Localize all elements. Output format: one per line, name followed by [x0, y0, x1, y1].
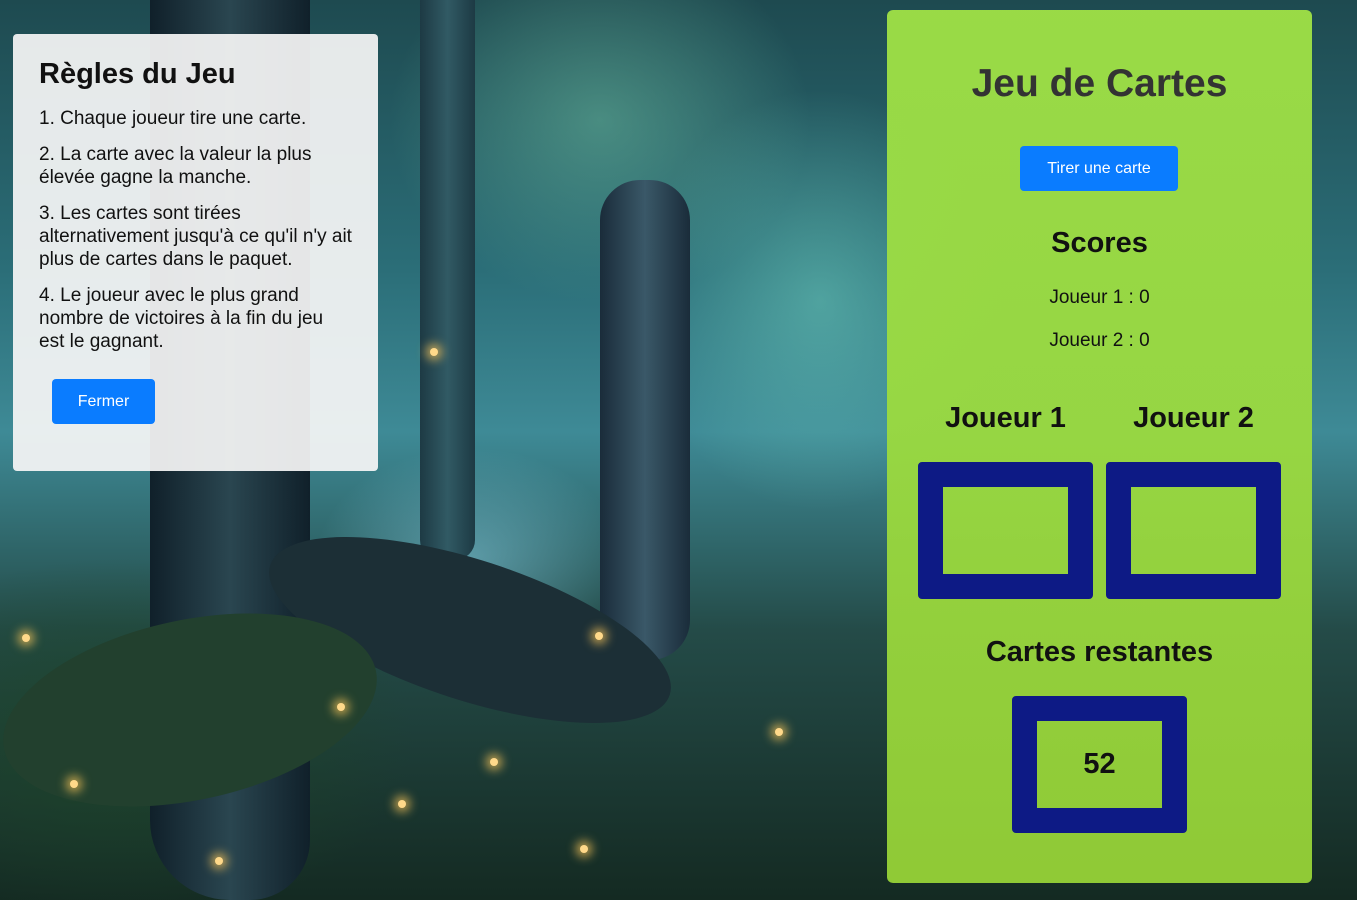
rules-panel: Règles du Jeu 1. Chaque joueur tire une …: [13, 34, 378, 471]
firefly: [430, 348, 438, 356]
firefly: [580, 845, 588, 853]
player2-label: Joueur 2: [1133, 402, 1254, 434]
firefly: [490, 758, 498, 766]
tree-trunk: [420, 0, 475, 560]
rule-item: 4. Le joueur avec le plus grand nombre d…: [39, 285, 324, 352]
remaining-cards-count: 52: [1012, 696, 1187, 833]
tree-trunk: [600, 180, 690, 660]
player2-card-slot: [1106, 462, 1281, 599]
firefly: [70, 780, 78, 788]
firefly: [337, 703, 345, 711]
player2-score: Joueur 2 : 0: [1049, 330, 1150, 351]
rule-item: 1. Chaque joueur tire une carte.: [39, 108, 307, 129]
game-title: Jeu de Cartes: [971, 62, 1228, 105]
player1-card-slot: [918, 462, 1093, 599]
game-panel: Jeu de Cartes Tirer une carte Scores Jou…: [887, 10, 1312, 883]
rules-title: Règles du Jeu: [39, 58, 236, 90]
rule-item: 3. Les cartes sont tirées alternativemen…: [39, 203, 352, 270]
player1-label: Joueur 1: [945, 402, 1066, 434]
player1-score: Joueur 1 : 0: [1049, 287, 1150, 308]
remaining-cards-title: Cartes restantes: [985, 636, 1214, 668]
firefly: [595, 632, 603, 640]
firefly: [398, 800, 406, 808]
firefly: [22, 634, 30, 642]
close-button[interactable]: Fermer: [52, 379, 155, 424]
firefly: [775, 728, 783, 736]
scores-title: Scores: [1051, 227, 1148, 259]
draw-card-button[interactable]: Tirer une carte: [1020, 146, 1178, 191]
firefly: [215, 857, 223, 865]
rule-item: 2. La carte avec la valeur la plus élevé…: [39, 144, 312, 188]
